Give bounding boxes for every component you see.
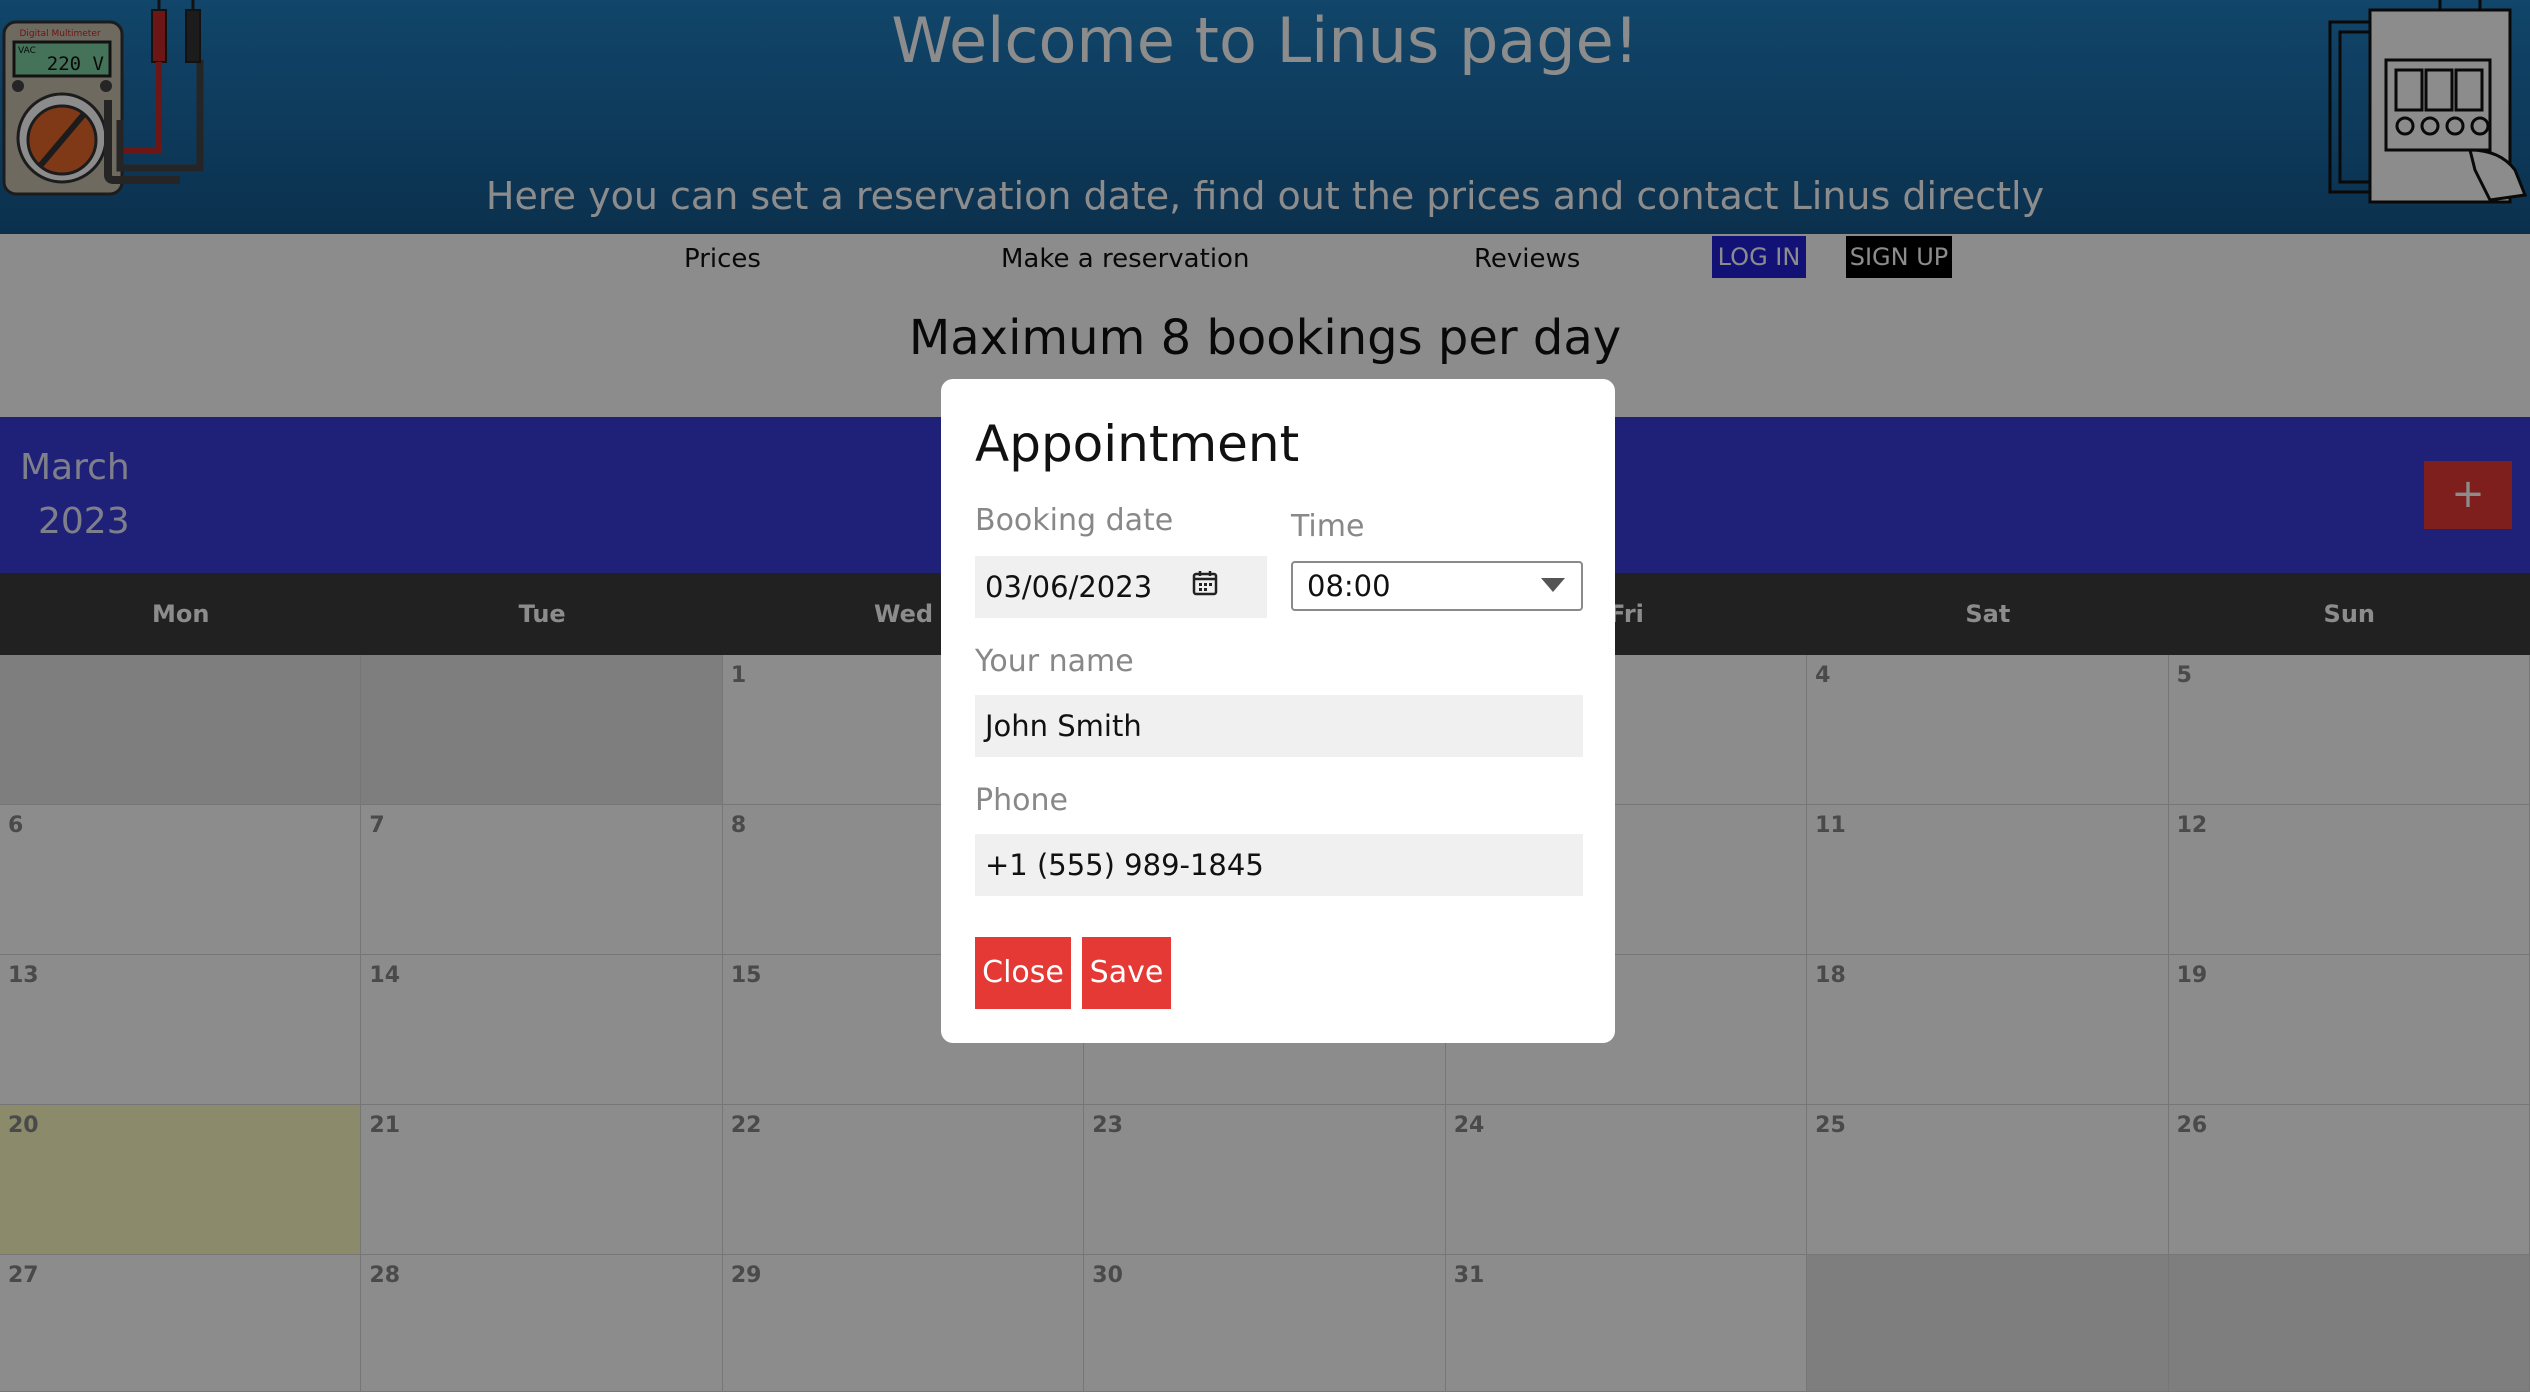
booking-date-input[interactable]: 03/06/2023 — [975, 556, 1267, 618]
booking-date-label: Booking date — [975, 503, 1174, 538]
name-input[interactable]: John Smith — [975, 695, 1583, 757]
phone-input[interactable]: +1 (555) 989-1845 — [975, 834, 1583, 896]
page: Digital Multimeter VAC 220 V Welcome to … — [0, 0, 2530, 1392]
close-button[interactable]: Close — [975, 937, 1071, 1009]
phone-label: Phone — [975, 783, 1068, 818]
appointment-modal: Appointment Booking date 03/06/2023 Time… — [941, 379, 1615, 1043]
time-label: Time — [1291, 509, 1365, 544]
calendar-icon[interactable] — [1191, 569, 1219, 597]
save-button[interactable]: Save — [1082, 937, 1171, 1009]
modal-title: Appointment — [975, 415, 1300, 473]
name-label: Your name — [975, 644, 1134, 679]
chevron-down-icon[interactable] — [1541, 578, 1565, 592]
time-select[interactable]: 08:00 — [1291, 561, 1583, 611]
